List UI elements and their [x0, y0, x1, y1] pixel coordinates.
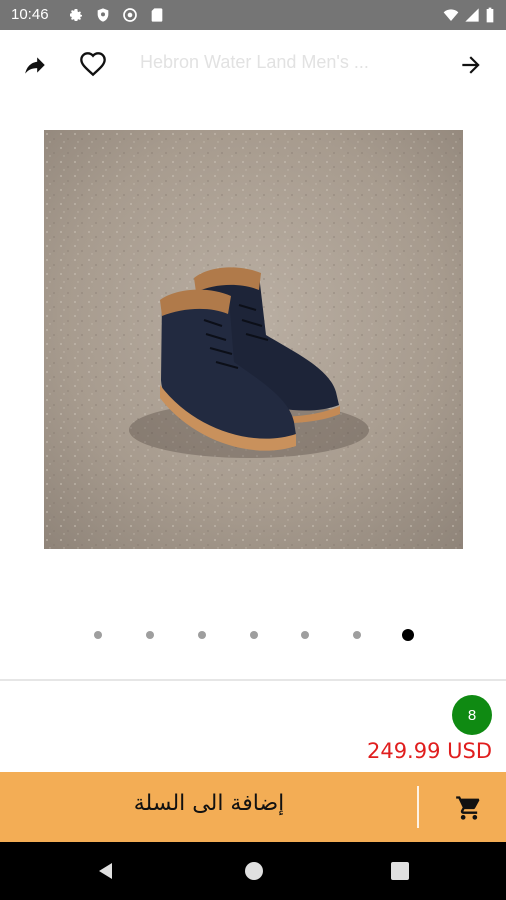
sync-icon: [123, 8, 137, 22]
share-button[interactable]: [12, 42, 58, 88]
home-circle-icon: [245, 862, 263, 880]
nav-home-button[interactable]: [241, 858, 267, 884]
pager-dot[interactable]: [353, 631, 361, 639]
back-button[interactable]: [448, 42, 494, 88]
pager-dot[interactable]: [146, 631, 154, 639]
arrow-right-icon: [462, 56, 480, 74]
status-time: 10:46: [11, 6, 49, 23]
system-nav-bar: [0, 842, 506, 900]
sd-card-icon: [151, 8, 163, 22]
heart-outline-icon: [80, 52, 106, 77]
product-price: 249.99 USD: [366, 739, 492, 763]
status-bar: 10:46: [0, 0, 506, 30]
back-triangle-icon: [99, 863, 112, 879]
boots-photo: [44, 130, 463, 549]
app-bar: Hebron Water Land Men's ...: [0, 30, 506, 100]
image-pager-dots[interactable]: [0, 620, 506, 650]
signal-icon: [465, 8, 479, 22]
gear-icon: [70, 9, 82, 21]
shield-icon: [97, 8, 109, 22]
favorite-button[interactable]: [70, 42, 116, 88]
pager-dot-active[interactable]: [402, 629, 414, 641]
wifi-icon: [443, 9, 459, 21]
battery-icon: [486, 7, 494, 23]
nav-back-button[interactable]: [93, 858, 119, 884]
page-title: Hebron Water Land Men's ...: [140, 52, 369, 72]
stock-count-badge: 8: [452, 695, 492, 735]
divider: [0, 679, 506, 681]
pager-dot[interactable]: [301, 631, 309, 639]
pager-dot[interactable]: [94, 631, 102, 639]
nav-recents-button[interactable]: [387, 858, 413, 884]
pager-dot[interactable]: [198, 631, 206, 639]
recents-square-icon: [391, 862, 409, 880]
shopping-cart-icon: [456, 796, 480, 820]
add-to-cart-label: إضافة الى السلة: [133, 791, 285, 816]
add-to-cart-button[interactable]: إضافة الى السلة: [0, 772, 506, 842]
divider: [417, 786, 419, 828]
pager-dot[interactable]: [250, 631, 258, 639]
product-image[interactable]: [44, 130, 463, 549]
share-icon: [25, 57, 45, 74]
